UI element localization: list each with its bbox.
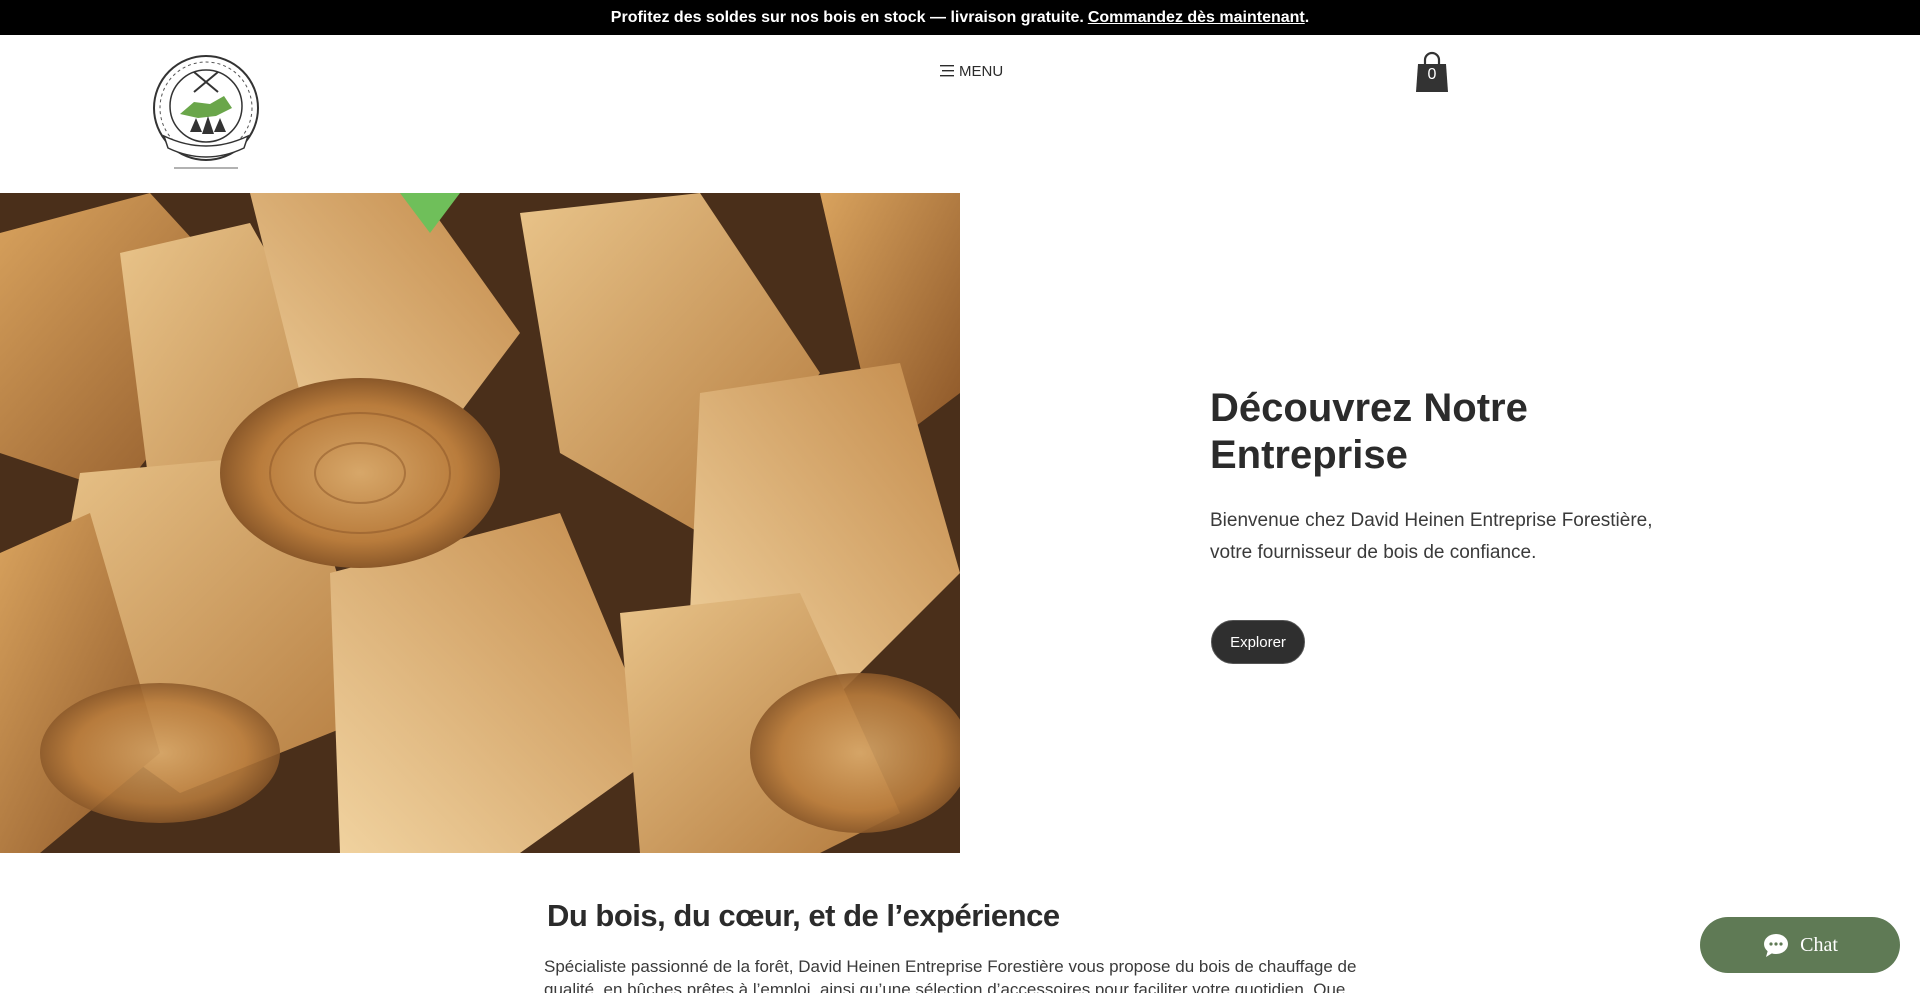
firewood-image: [0, 193, 960, 853]
logo-seal-icon: [153, 55, 259, 169]
menu-button[interactable]: MENU: [939, 60, 1003, 82]
chat-bubble-icon: [1764, 934, 1789, 957]
page: Profitez des soldes sur nos bois en stoc…: [0, 0, 1920, 993]
menu-label: MENU: [959, 62, 1004, 80]
chat-button[interactable]: Chat: [1700, 917, 1900, 973]
chat-label: Chat: [1800, 933, 1838, 956]
cart-button[interactable]: 0: [1414, 50, 1450, 94]
announcement-bar: Profitez des soldes sur nos bois en stoc…: [0, 0, 1920, 35]
hero-title: Découvrez Notre Entreprise: [1210, 386, 1528, 477]
company-logo[interactable]: [146, 52, 266, 172]
announcement-text: Profitez des soldes sur nos bois en stoc…: [610, 8, 1084, 26]
hero-description: Bienvenue chez David Heinen Entreprise F…: [1210, 510, 1653, 563]
hero-image: [0, 193, 960, 853]
explore-button[interactable]: Explorer: [1211, 620, 1305, 664]
cart-count: 0: [1427, 66, 1437, 83]
menu-icon: [940, 65, 954, 77]
about-title: Du bois, du cœur, et de l’expérience: [547, 898, 1060, 933]
hero-text-block: Découvrez Notre Entreprise Bienvenue che…: [1210, 385, 1690, 569]
about-text: Spécialiste passionné de la forêt, David…: [544, 957, 1357, 993]
announcement-suffix: .: [1304, 8, 1310, 26]
announcement-link[interactable]: Commandez dès maintenant: [1088, 9, 1305, 27]
